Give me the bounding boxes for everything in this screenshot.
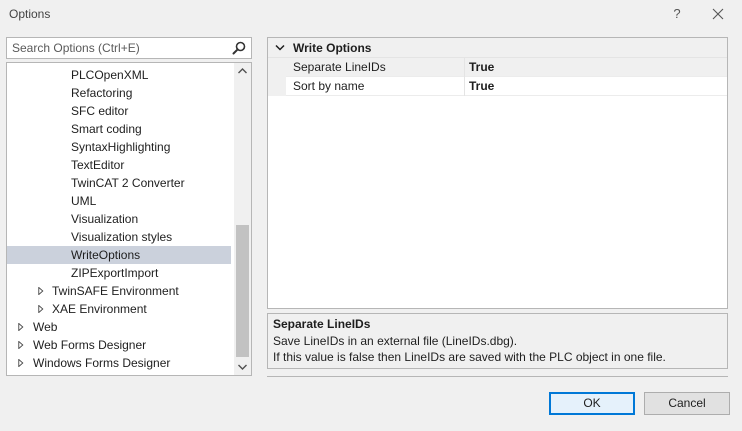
row-gutter xyxy=(268,77,286,96)
tree-item-label: Smart coding xyxy=(71,122,142,136)
category-label: Write Options xyxy=(293,41,372,55)
tree-item-label: PLCOpenXML xyxy=(71,68,149,82)
help-button[interactable]: ? xyxy=(668,4,686,24)
tree-item[interactable]: UML xyxy=(7,192,231,210)
tree-item-label: Web xyxy=(33,320,58,334)
separator xyxy=(267,376,728,377)
expand-triangle-icon[interactable] xyxy=(37,287,45,295)
description-title: Separate LineIDs xyxy=(273,317,371,331)
search-icon[interactable] xyxy=(232,41,246,55)
property-grid: Write Options Separate LineIDs True Sort… xyxy=(267,37,728,309)
tree-item[interactable]: Smart coding xyxy=(7,120,231,138)
tree-item-label: ZIPExportImport xyxy=(71,266,159,280)
property-row-separate-lineids[interactable]: Separate LineIDs True xyxy=(268,58,727,77)
tree-item[interactable]: Refactoring xyxy=(7,84,231,102)
tree-item-label: TextEditor xyxy=(71,158,125,172)
tree-item-label: SFC editor xyxy=(71,104,129,118)
tree-item[interactable]: SyntaxHighlighting xyxy=(7,138,231,156)
tree-item[interactable]: XAML Designer xyxy=(7,372,231,375)
tree-item-label: TwinSAFE Environment xyxy=(52,284,179,298)
tree-item-label: WriteOptions xyxy=(71,248,141,262)
tree-item-label: XAML Designer xyxy=(33,372,117,375)
description-panel: Separate LineIDs Save LineIDs in an exte… xyxy=(267,313,728,369)
tree-item[interactable]: TextEditor xyxy=(7,156,231,174)
ok-button[interactable]: OK xyxy=(549,392,635,415)
column-divider xyxy=(464,77,465,96)
expand-triangle-icon[interactable] xyxy=(37,305,45,313)
scroll-up-button[interactable] xyxy=(234,63,251,80)
tree-item[interactable]: TwinSAFE Environment xyxy=(7,282,231,300)
tree-item-label: Visualization xyxy=(71,212,139,226)
options-tree: PLCOpenXML Refactoring SFC editor Smart cod… xyxy=(6,62,252,376)
tree-item[interactable]: PLCOpenXML xyxy=(7,66,231,84)
description-line-1: Save LineIDs in an external file (LineID… xyxy=(273,334,518,348)
tree-item-label: SyntaxHighlighting xyxy=(71,140,171,154)
tree-item[interactable]: SFC editor xyxy=(7,102,231,120)
tree-item-label: TwinCAT 2 Converter xyxy=(71,176,185,190)
search-input[interactable] xyxy=(7,38,227,58)
property-name: Separate LineIDs xyxy=(293,60,386,74)
tree-item[interactable]: TwinCAT 2 Converter xyxy=(7,174,231,192)
cancel-button[interactable]: Cancel xyxy=(644,392,730,415)
tree-item-label: UML xyxy=(71,194,97,208)
tree-item[interactable]: Visualization xyxy=(7,210,231,228)
chevron-up-icon xyxy=(238,68,247,74)
tree-scrollbar[interactable] xyxy=(234,63,251,375)
tree-item-label: Visualization styles xyxy=(71,230,173,244)
row-gutter xyxy=(268,58,286,77)
property-value[interactable]: True xyxy=(469,79,494,93)
tree-item[interactable]: Web xyxy=(7,318,231,336)
tree-item[interactable]: Windows Forms Designer xyxy=(7,354,231,372)
tree-item[interactable]: WriteOptions xyxy=(7,246,231,264)
tree-item-label: Refactoring xyxy=(71,86,133,100)
tree-item[interactable]: ZIPExportImport xyxy=(7,264,231,282)
tree-item-label: XAE Environment xyxy=(52,302,147,316)
description-line-2: If this value is false then LineIDs are … xyxy=(273,350,666,364)
tree-item-label: Windows Forms Designer xyxy=(33,356,171,370)
tree-item[interactable]: XAE Environment xyxy=(7,300,231,318)
window-title: Options xyxy=(9,7,51,21)
title-bar: Options ? xyxy=(0,0,742,30)
collapse-chevron-icon[interactable] xyxy=(275,44,285,52)
expand-triangle-icon[interactable] xyxy=(17,341,25,349)
expand-triangle-icon[interactable] xyxy=(17,359,25,367)
tree-item-label: Web Forms Designer xyxy=(33,338,147,352)
close-button[interactable] xyxy=(707,4,729,24)
tree-item[interactable]: Web Forms Designer xyxy=(7,336,231,354)
close-icon xyxy=(712,8,724,20)
scroll-down-button[interactable] xyxy=(234,358,251,375)
property-row-sort-by-name[interactable]: Sort by name True xyxy=(268,77,727,96)
scroll-thumb[interactable] xyxy=(236,225,249,357)
expand-triangle-icon[interactable] xyxy=(17,323,25,331)
property-name: Sort by name xyxy=(293,79,365,93)
property-value[interactable]: True xyxy=(469,60,494,74)
search-box xyxy=(6,37,252,59)
column-divider xyxy=(464,58,465,77)
chevron-down-icon xyxy=(238,364,247,370)
tree-list: PLCOpenXML Refactoring SFC editor Smart cod… xyxy=(7,66,231,375)
category-header[interactable]: Write Options xyxy=(268,38,727,58)
tree-item[interactable]: Visualization styles xyxy=(7,228,231,246)
